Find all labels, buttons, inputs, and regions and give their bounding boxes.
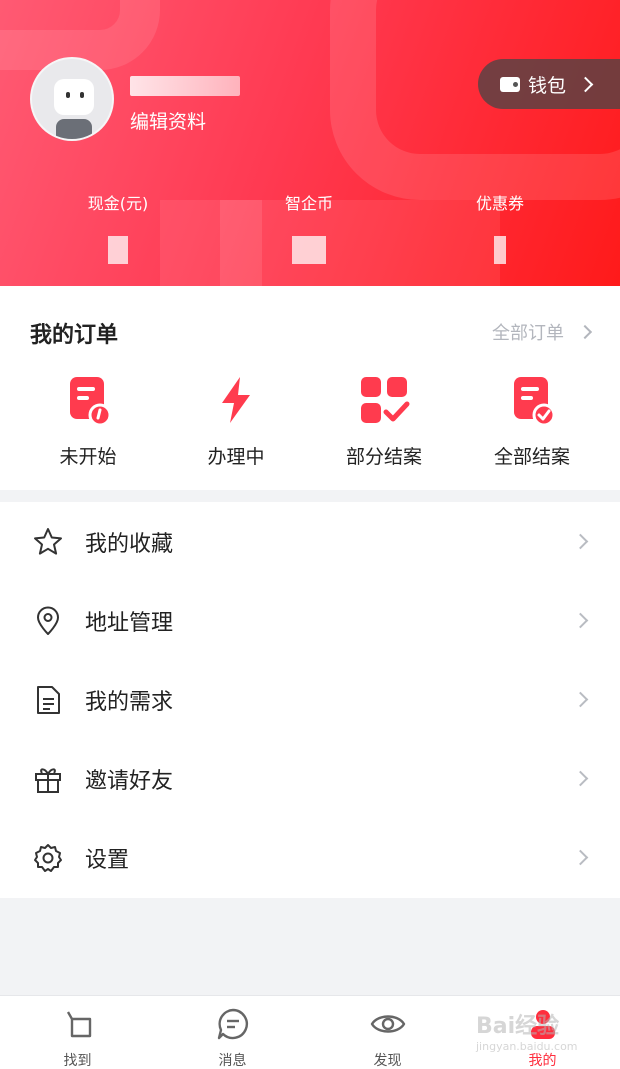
tab-messages[interactable]: 消息 xyxy=(155,996,310,1069)
location-pin-icon xyxy=(37,606,59,635)
tab-find[interactable]: 找到 xyxy=(0,996,155,1069)
order-status-partial[interactable]: 部分结案 xyxy=(310,374,458,469)
wallet-label: 钱包 xyxy=(528,74,567,97)
order-status-label: 部分结案 xyxy=(345,446,422,468)
order-status-processing[interactable]: 办理中 xyxy=(162,374,310,469)
order-pending-icon xyxy=(62,374,114,427)
menu-item-label: 地址管理 xyxy=(85,610,174,636)
order-status-label: 全部结案 xyxy=(493,446,570,468)
stat-label: 智企币 xyxy=(284,194,333,213)
avatar-eye xyxy=(66,92,70,98)
chevron-right-icon xyxy=(577,76,594,92)
partial-complete-icon xyxy=(358,374,410,426)
stat-value-redacted xyxy=(108,236,128,264)
menu-list: 我的收藏 地址管理 我的需求 邀请好友 设置 xyxy=(0,502,620,898)
message-icon xyxy=(217,1008,248,1040)
menu-item-label: 我的需求 xyxy=(85,689,174,715)
orders-card: 我的订单 全部订单 未开始 办理中 部分结案 全部结案 xyxy=(0,286,620,490)
order-status-complete[interactable]: 全部结案 xyxy=(458,374,606,469)
all-orders-label: 全部订单 xyxy=(492,323,564,344)
stat-value-redacted xyxy=(494,236,506,264)
chevron-right-icon xyxy=(572,770,589,787)
menu-item-label: 我的收藏 xyxy=(85,531,174,557)
lightning-icon xyxy=(210,374,262,426)
avatar-eye xyxy=(80,92,84,98)
chevron-right-icon xyxy=(577,324,593,340)
menu-item-label: 邀请好友 xyxy=(85,768,174,794)
orders-title: 我的订单 xyxy=(30,323,119,348)
menu-item-settings[interactable]: 设置 xyxy=(0,818,620,897)
tab-label: 找到 xyxy=(63,1053,92,1069)
tab-label: 消息 xyxy=(218,1053,247,1069)
tab-label: 发现 xyxy=(373,1053,402,1069)
stat-coupons[interactable]: 优惠券 xyxy=(430,190,570,264)
wallet-button[interactable]: 钱包 xyxy=(478,59,620,109)
profile-header: 编辑资料 钱包 现金(元) 智企币 优惠券 xyxy=(0,0,620,286)
order-status-label: 未开始 xyxy=(59,446,117,468)
gear-icon xyxy=(34,843,62,872)
menu-item-favorites[interactable]: 我的收藏 xyxy=(0,502,620,581)
order-status-label: 办理中 xyxy=(207,446,265,468)
chevron-right-icon xyxy=(572,533,589,550)
stat-cash[interactable]: 现金(元) xyxy=(48,190,188,264)
stat-label: 优惠券 xyxy=(475,194,524,213)
menu-item-address[interactable]: 地址管理 xyxy=(0,581,620,660)
stat-coins[interactable]: 智企币 xyxy=(239,190,379,264)
menu-item-requirements[interactable]: 我的需求 xyxy=(0,660,620,739)
menu-item-label: 设置 xyxy=(85,847,130,873)
wallet-icon xyxy=(500,76,520,92)
eye-icon xyxy=(370,1015,405,1033)
order-status-pending[interactable]: 未开始 xyxy=(14,374,162,469)
star-icon xyxy=(34,527,62,555)
avatar[interactable] xyxy=(30,57,114,141)
watermark-logo: Bai经验 jingyan.baidu.com xyxy=(476,1008,578,1053)
watermark-url: jingyan.baidu.com xyxy=(476,1040,578,1053)
edit-profile-link[interactable]: 编辑资料 xyxy=(130,107,206,134)
tab-discover[interactable]: 发现 xyxy=(310,996,465,1069)
chevron-right-icon xyxy=(572,849,589,866)
avatar-face xyxy=(54,79,94,115)
stat-label: 现金(元) xyxy=(87,194,149,213)
all-complete-icon xyxy=(506,374,558,427)
gift-icon xyxy=(35,767,61,793)
all-orders-link[interactable]: 全部订单 xyxy=(492,319,593,345)
stat-value-redacted xyxy=(292,236,326,264)
find-icon xyxy=(66,1011,91,1038)
document-icon xyxy=(37,685,60,714)
avatar-body xyxy=(56,119,92,139)
chevron-right-icon xyxy=(572,612,589,629)
menu-item-invite[interactable]: 邀请好友 xyxy=(0,739,620,818)
watermark-brand: Bai经验 xyxy=(476,1014,560,1039)
username-redacted xyxy=(130,76,240,96)
chevron-right-icon xyxy=(572,691,589,708)
